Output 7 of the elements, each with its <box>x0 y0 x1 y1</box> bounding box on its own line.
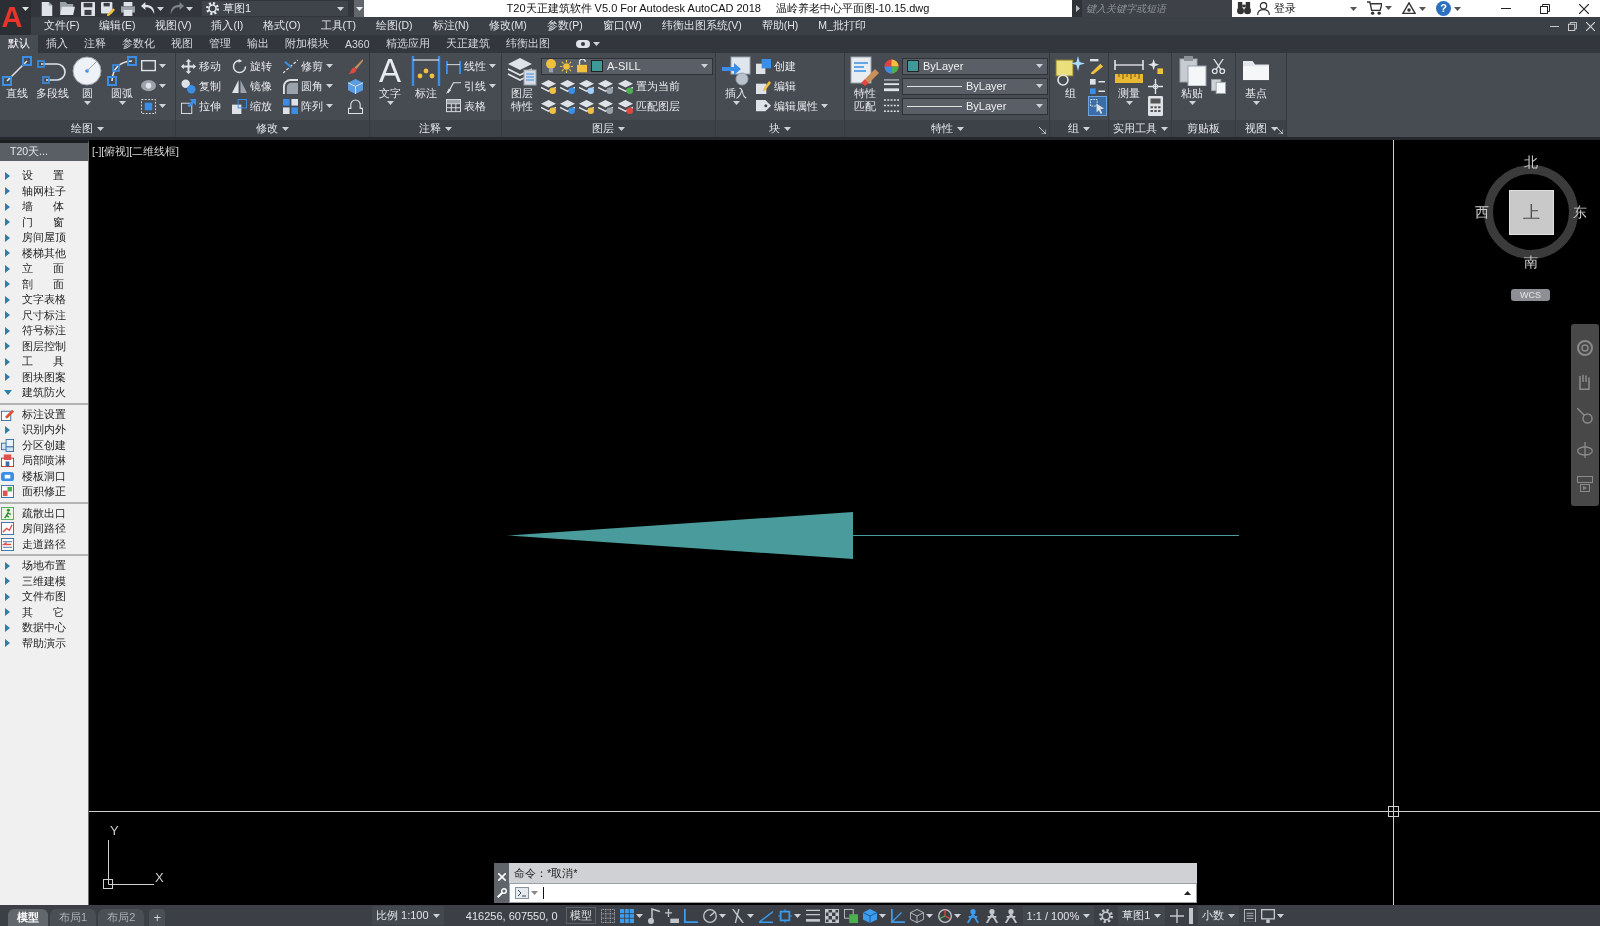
command-history: 命令：*取消* <box>509 863 1197 883</box>
coordinates-readout: 416256, 607550, 0 <box>464 909 559 922</box>
window-title: T20天正建筑软件 V5.0 For Autodesk AutoCAD 2018 <box>506 1 761 16</box>
axis-label: X <box>155 870 164 886</box>
axis-label: Y <box>110 823 119 839</box>
palette-title: T20天... <box>0 143 88 161</box>
document-name: 温岭养老中心平面图-10.15.dwg <box>775 1 930 16</box>
